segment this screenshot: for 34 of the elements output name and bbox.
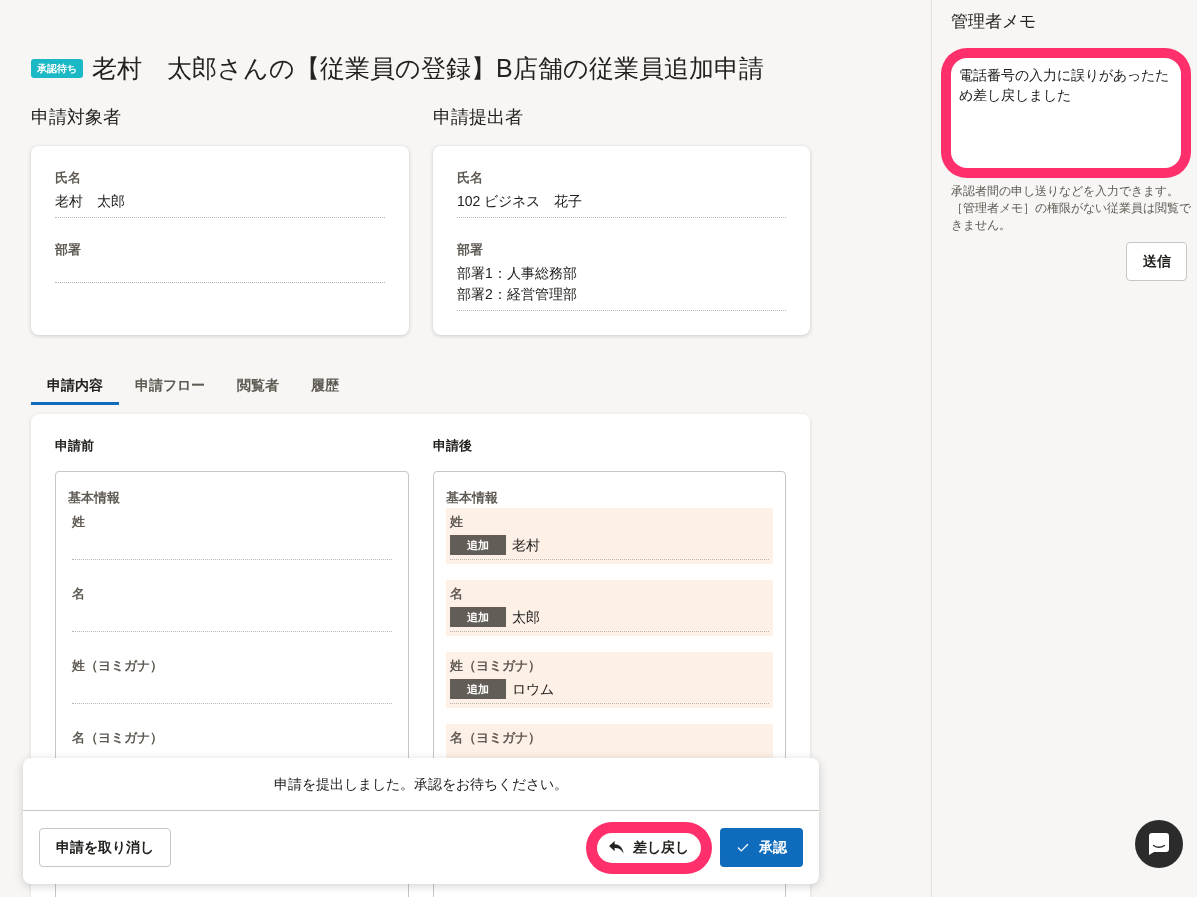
field-label: 名（ヨミガナ） bbox=[72, 729, 163, 747]
field-label: 部署 bbox=[457, 241, 484, 259]
column-heading: 申請前 bbox=[55, 437, 95, 455]
field-value: 102 ビジネス 花子 bbox=[457, 192, 584, 211]
change-badge: 追加 bbox=[449, 679, 506, 699]
group-label: 基本情報 bbox=[445, 489, 499, 507]
field-label: 名（ヨミガナ） bbox=[449, 729, 541, 747]
field-value: 老村 bbox=[511, 536, 540, 555]
page-title: 老村 太郎さんの【従業員の登録】B店舗の従業員追加申請 bbox=[92, 53, 764, 84]
field-label: 姓（ヨミガナ） bbox=[72, 657, 163, 675]
field-label: 姓 bbox=[72, 513, 85, 531]
field-label: 姓（ヨミガナ） bbox=[449, 657, 541, 675]
field-value: 老村 太郎 bbox=[55, 192, 126, 211]
section-heading: 申請提出者 bbox=[433, 106, 524, 129]
group-label: 基本情報 bbox=[68, 489, 121, 507]
field-value: 太郎 bbox=[511, 608, 540, 627]
field-label: 姓 bbox=[449, 513, 463, 531]
field-label: 部署 bbox=[55, 241, 82, 259]
memo-hint: 承認者間の申し送りなどを入力できます。 bbox=[951, 183, 1180, 200]
field-value: 部署1：人事総務部 bbox=[457, 264, 578, 283]
memo-title: 管理者メモ bbox=[951, 11, 1037, 33]
field-label: 氏名 bbox=[55, 169, 82, 187]
status-badge: 承認待ち bbox=[31, 58, 83, 78]
change-badge: 追加 bbox=[449, 607, 506, 627]
status-message: 申請を提出しました。承認をお待ちください。 bbox=[274, 774, 568, 794]
change-badge: 追加 bbox=[449, 535, 506, 555]
field-label: 名 bbox=[72, 585, 85, 603]
field-label: 氏名 bbox=[457, 169, 484, 187]
field-value: 部署2：経営管理部 bbox=[457, 285, 578, 304]
section-heading: 申請対象者 bbox=[31, 106, 122, 129]
field-label: 名 bbox=[449, 585, 463, 603]
memo-hint: ［管理者メモ］の権限がない従業員は閲覧できません。 bbox=[951, 200, 1192, 234]
column-heading: 申請後 bbox=[432, 437, 473, 455]
field-value: ロウム bbox=[511, 680, 554, 699]
